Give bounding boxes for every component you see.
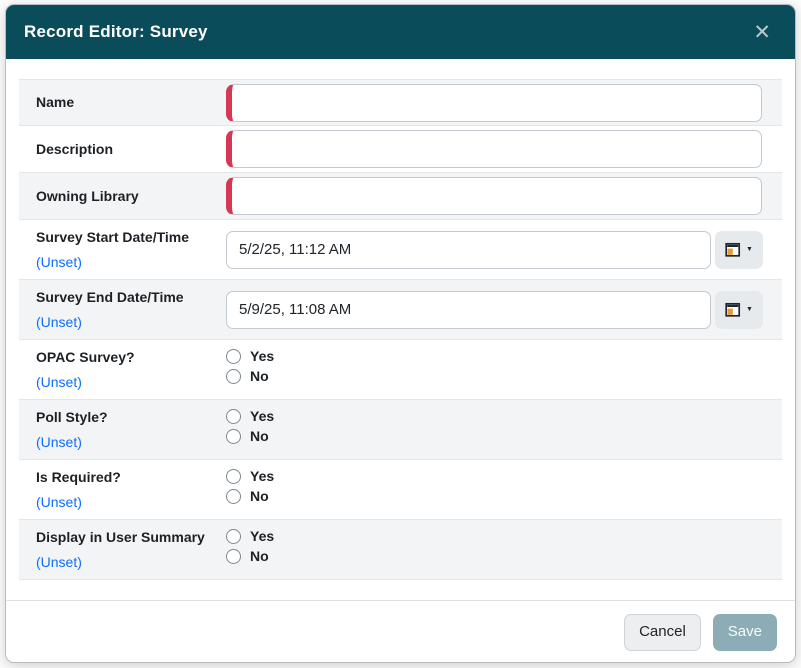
- field-row-owning-library: Owning Library: [19, 173, 782, 220]
- dialog-footer: Cancel Save: [6, 600, 795, 663]
- radio-group: Yes No: [226, 408, 274, 444]
- control-cell: [226, 173, 782, 219]
- field-row-poll-style: Poll Style? (Unset) Yes No: [19, 400, 782, 460]
- unset-link[interactable]: (Unset): [36, 495, 218, 510]
- radio-icon: [226, 489, 241, 504]
- chevron-down-icon: ▼: [746, 246, 753, 253]
- unset-link[interactable]: (Unset): [36, 315, 218, 330]
- control-cell: Yes No: [226, 520, 782, 579]
- description-input[interactable]: [226, 130, 762, 168]
- is-required-no-radio[interactable]: No: [226, 488, 274, 504]
- dialog-title: Record Editor: Survey: [24, 22, 208, 42]
- radio-label: No: [250, 548, 269, 564]
- control-cell: [226, 126, 782, 172]
- calendar-icon: [725, 242, 741, 257]
- label-cell: Owning Library: [19, 173, 226, 219]
- radio-icon: [226, 429, 241, 444]
- survey-start-calendar-button[interactable]: ▼: [715, 231, 763, 269]
- poll-style-yes-radio[interactable]: Yes: [226, 408, 274, 424]
- record-editor-dialog: Record Editor: Survey ✕ Name Description: [5, 4, 796, 663]
- poll-style-no-radio[interactable]: No: [226, 428, 274, 444]
- unset-link[interactable]: (Unset): [36, 375, 218, 390]
- radio-label: Yes: [250, 528, 274, 544]
- opac-survey-no-radio[interactable]: No: [226, 368, 274, 384]
- field-row-display-in-user-summary: Display in User Summary (Unset) Yes No: [19, 520, 782, 580]
- chevron-down-icon: ▼: [746, 306, 753, 313]
- field-row-name: Name: [19, 79, 782, 126]
- radio-icon: [226, 469, 241, 484]
- unset-link[interactable]: (Unset): [36, 555, 218, 570]
- dialog-header: Record Editor: Survey ✕: [6, 5, 795, 59]
- radio-icon: [226, 409, 241, 424]
- save-button[interactable]: Save: [713, 614, 777, 651]
- survey-end-calendar-button[interactable]: ▼: [715, 291, 763, 329]
- label-cell: Is Required? (Unset): [19, 460, 226, 519]
- display-in-user-summary-yes-radio[interactable]: Yes: [226, 528, 274, 544]
- display-in-user-summary-no-radio[interactable]: No: [226, 548, 274, 564]
- radio-group: Yes No: [226, 348, 274, 384]
- radio-icon: [226, 349, 241, 364]
- radio-label: Yes: [250, 468, 274, 484]
- radio-icon: [226, 369, 241, 384]
- field-row-survey-end: Survey End Date/Time (Unset) ▼: [19, 280, 782, 340]
- label-cell: Description: [19, 126, 226, 172]
- opac-survey-yes-radio[interactable]: Yes: [226, 348, 274, 364]
- label-cell: Survey End Date/Time (Unset): [19, 280, 226, 339]
- field-row-description: Description: [19, 126, 782, 173]
- owning-library-input[interactable]: [226, 177, 762, 215]
- radio-label: Yes: [250, 348, 274, 364]
- label-cell: Survey Start Date/Time (Unset): [19, 220, 226, 279]
- field-label: Description: [36, 141, 218, 157]
- field-label: Survey End Date/Time: [36, 289, 218, 305]
- control-cell: [226, 80, 782, 125]
- control-cell: ▼: [226, 280, 783, 339]
- unset-link[interactable]: (Unset): [36, 255, 218, 270]
- control-cell: Yes No: [226, 340, 782, 399]
- radio-label: No: [250, 488, 269, 504]
- field-label: Name: [36, 94, 218, 110]
- radio-group: Yes No: [226, 468, 274, 504]
- survey-end-input[interactable]: [226, 291, 711, 329]
- survey-start-input[interactable]: [226, 231, 711, 269]
- radio-icon: [226, 549, 241, 564]
- label-cell: OPAC Survey? (Unset): [19, 340, 226, 399]
- dialog-body: Name Description Owning Library: [6, 59, 795, 600]
- is-required-yes-radio[interactable]: Yes: [226, 468, 274, 484]
- field-label: OPAC Survey?: [36, 349, 218, 365]
- label-cell: Display in User Summary (Unset): [19, 520, 226, 579]
- field-row-is-required: Is Required? (Unset) Yes No: [19, 460, 782, 520]
- close-icon[interactable]: ✕: [749, 20, 775, 45]
- calendar-icon: [725, 302, 741, 317]
- radio-label: No: [250, 428, 269, 444]
- control-cell: Yes No: [226, 460, 782, 519]
- cancel-button[interactable]: Cancel: [624, 614, 701, 651]
- field-label: Display in User Summary: [36, 529, 218, 545]
- field-label: Poll Style?: [36, 409, 218, 425]
- unset-link[interactable]: (Unset): [36, 435, 218, 450]
- label-cell: Name: [19, 80, 226, 125]
- control-cell: ▼: [226, 220, 783, 279]
- radio-label: Yes: [250, 408, 274, 424]
- name-input[interactable]: [226, 84, 762, 122]
- field-row-opac-survey: OPAC Survey? (Unset) Yes No: [19, 340, 782, 400]
- field-label: Owning Library: [36, 188, 218, 204]
- radio-group: Yes No: [226, 528, 274, 564]
- radio-label: No: [250, 368, 269, 384]
- radio-icon: [226, 529, 241, 544]
- field-row-survey-start: Survey Start Date/Time (Unset) ▼: [19, 220, 782, 280]
- label-cell: Poll Style? (Unset): [19, 400, 226, 459]
- field-label: Is Required?: [36, 469, 218, 485]
- control-cell: Yes No: [226, 400, 782, 459]
- field-label: Survey Start Date/Time: [36, 229, 218, 245]
